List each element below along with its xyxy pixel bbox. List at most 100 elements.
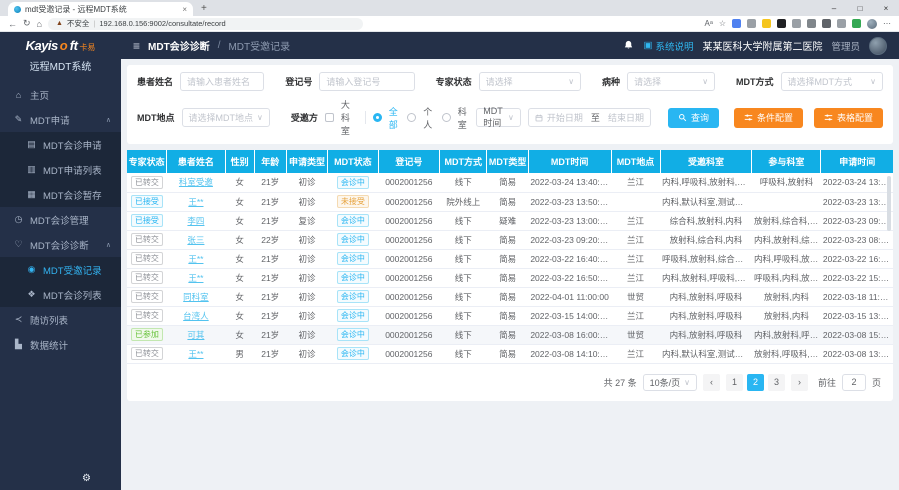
breadcrumb-section: MDT会诊诊断 [148, 38, 210, 53]
patient-cell: 王** [167, 192, 225, 211]
topbar: ≡ MDT会诊诊断 / MDT受邀记录 ▣ 系统说明 某某医科大学附属第二医院 … [121, 32, 899, 59]
browser-tab[interactable]: mdt受邀记录 - 远程MDT系统 × [8, 2, 193, 16]
radio-all[interactable] [373, 113, 382, 122]
date-range-input[interactable]: 开始日期 至 结束日期 [528, 108, 651, 127]
prev-page-button[interactable]: ‹ [703, 374, 720, 391]
apply-time-cell: 2022-03-23 09:35:39 [821, 211, 893, 230]
gear-icon[interactable]: ⚙ [82, 473, 91, 484]
big-dept-checkbox[interactable] [325, 113, 334, 122]
extension-icon[interactable] [732, 19, 741, 28]
window-minimize-button[interactable]: – [821, 0, 847, 16]
new-tab-button[interactable]: + [201, 2, 207, 16]
refresh-icon[interactable]: ↻ [23, 18, 31, 29]
extension-icon[interactable] [792, 19, 801, 28]
sidebar-item-mdt-consult-draft[interactable]: ▦MDT会诊暂存 [0, 182, 121, 207]
sidebar-item-mdt-invite-record[interactable]: ◉MDT受邀记录 [0, 257, 121, 282]
browser-address-bar: ← ↻ ⌂ ▲ 不安全 | 192.168.0.156:9002/consult… [0, 16, 899, 32]
favorite-star-icon[interactable]: ☆ [719, 19, 726, 28]
radio-personal[interactable] [407, 113, 416, 122]
sidebar-item-label: MDT申请 [30, 113, 70, 127]
not-secure-icon: ▲ [56, 20, 63, 27]
joined-depts-cell: 内科,呼吸科,放射科,综合科 [752, 249, 821, 268]
sidebar: Kayisoft 卡易 远程MDT系统 ⌂主页✎MDT申请∧▤MDT会诊申请▥M… [0, 32, 121, 490]
mdt-mode-select[interactable]: 请选择MDT方式∨ [781, 72, 883, 91]
url-field[interactable]: ▲ 不安全 | 192.168.0.156:9002/consultate/re… [48, 18, 363, 30]
patient-name-link[interactable]: 台湾人 [183, 311, 209, 321]
extension-icon[interactable] [777, 19, 786, 28]
sidebar-item-data-statistics[interactable]: ▙数据统计 [0, 332, 121, 357]
extension-icon[interactable] [852, 19, 861, 28]
sidebar-item-mdt-apply-list[interactable]: ▥MDT申请列表 [0, 157, 121, 182]
home-icon[interactable]: ⌂ [37, 19, 42, 29]
page-button-1[interactable]: 1 [726, 374, 743, 391]
system-note-button[interactable]: ▣ 系统说明 [643, 39, 693, 53]
sidebar-item-mdt-consult-diagnosis[interactable]: ♡MDT会诊诊断∧ [0, 232, 121, 257]
logo-text: Kayis [26, 38, 58, 53]
bell-icon[interactable] [623, 40, 634, 51]
apply-time-cell: 2022-03-22 15:57:03 [821, 268, 893, 287]
search-button[interactable]: 查询 [668, 108, 719, 128]
split-screen-icon[interactable] [837, 19, 846, 28]
mdt-status-cell: 会诊中 [328, 306, 379, 325]
gender-cell: 女 [225, 325, 254, 344]
mdt-time-select[interactable]: MDT时间∨ [476, 108, 521, 127]
patient-name-link[interactable]: 李四 [187, 216, 204, 226]
window-close-button[interactable]: × [873, 0, 899, 16]
patient-name-link[interactable]: 同科室 [183, 292, 209, 302]
patient-name-link[interactable]: 王** [188, 273, 203, 283]
expert-status-select[interactable]: 请选择∨ [479, 72, 581, 91]
mdt-place-select[interactable]: 请选择MDT地点∨ [182, 108, 270, 127]
user-avatar[interactable] [869, 37, 887, 55]
page-button-2[interactable]: 2 [747, 374, 764, 391]
mdt-time-cell: 2022-03-15 14:00:00 [528, 306, 611, 325]
table-config-button[interactable]: 表格配置 [814, 108, 883, 128]
mdt-status-badge: 会诊中 [337, 309, 369, 322]
sidebar-item-mdt-apply[interactable]: ✎MDT申请∧ [0, 107, 121, 132]
sidebar-item-mdt-consult-list[interactable]: ❖MDT会诊列表 [0, 282, 121, 307]
patient-name-link[interactable]: 王** [188, 349, 203, 359]
sidebar-item-mdt-consult-apply[interactable]: ▤MDT会诊申请 [0, 132, 121, 157]
age-cell: 21岁 [254, 211, 286, 230]
apply-type-cell: 初诊 [286, 249, 327, 268]
sidebar-item-label: MDT会诊诊断 [30, 238, 89, 252]
regno-input[interactable]: 请输入登记号 [319, 72, 414, 91]
extension-icon[interactable] [762, 19, 771, 28]
page-button-3[interactable]: 3 [768, 374, 785, 391]
goto-page-input[interactable]: 2 [842, 374, 866, 391]
radio-dept[interactable] [442, 113, 451, 122]
page-size-select[interactable]: 10条/页∨ [643, 374, 697, 391]
extension-icon[interactable] [747, 19, 756, 28]
gender-cell: 女 [225, 230, 254, 249]
browser-tab-bar: mdt受邀记录 - 远程MDT系统 × + – □ × [0, 0, 899, 16]
back-icon[interactable]: ← [8, 19, 17, 29]
patient-name-input[interactable]: 请输入患者姓名 [180, 72, 264, 91]
patient-name-link[interactable]: 王** [188, 254, 203, 264]
camera-icon[interactable] [807, 19, 816, 28]
app-logo: Kayisoft 卡易 [0, 32, 121, 58]
window-maximize-button[interactable]: □ [847, 0, 873, 16]
system-name: 远程MDT系统 [0, 58, 121, 78]
condition-config-button[interactable]: 条件配置 [734, 108, 803, 128]
system-note-label: 系统说明 [655, 39, 693, 53]
table-row: 已转交同科室女21岁初诊会诊中0002001256线下简易2022-04-01 … [127, 287, 893, 306]
extension-icon[interactable] [822, 19, 831, 28]
expert-status-badge: 已参加 [131, 328, 163, 341]
disease-select[interactable]: 请选择∨ [627, 72, 715, 91]
browser-profile-avatar[interactable] [867, 19, 877, 29]
sidebar-item-home[interactable]: ⌂主页 [0, 82, 121, 107]
mdt-time-cell: 2022-03-22 16:40:00 [528, 249, 611, 268]
scrollbar[interactable] [887, 176, 891, 231]
patient-name-link[interactable]: 王** [188, 197, 203, 207]
joined-depts-cell: 呼吸科,内科,放射科,影像科 [752, 268, 821, 287]
patient-name-link[interactable]: 可其 [187, 330, 204, 340]
tab-close-icon[interactable]: × [182, 5, 187, 14]
hamburger-icon[interactable]: ≡ [133, 39, 140, 53]
patient-name-link[interactable]: 张三 [187, 235, 204, 245]
more-icon[interactable]: ⋯ [883, 19, 891, 28]
next-page-button[interactable]: › [791, 374, 808, 391]
sidebar-item-follow-up-list[interactable]: ≺随访列表 [0, 307, 121, 332]
mdt-status-cell: 会诊中 [328, 249, 379, 268]
font-resize-icon[interactable]: Aᵃ [705, 19, 713, 28]
sidebar-item-mdt-consult-manage[interactable]: ◷MDT会诊管理 [0, 207, 121, 232]
patient-name-link[interactable]: 科室受邀 [179, 177, 213, 187]
